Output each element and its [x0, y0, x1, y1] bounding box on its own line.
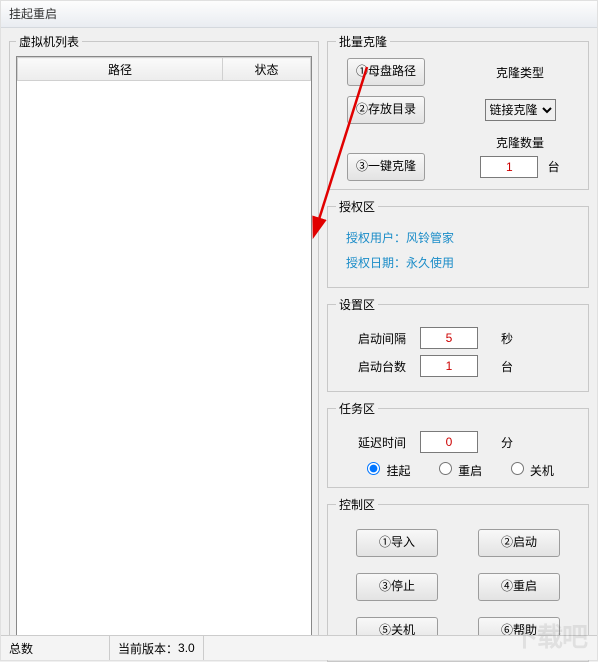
- vm-table-container[interactable]: 路径 状态: [16, 56, 312, 636]
- delay-unit: 分: [492, 434, 522, 451]
- auth-date-value: 永久使用: [406, 256, 454, 270]
- vm-list-title: 虚拟机列表: [16, 33, 82, 50]
- status-bar: 总数 当前版本：3.0: [1, 635, 597, 660]
- settings-title: 设置区: [336, 296, 378, 313]
- content-area: 虚拟机列表 路径 状态 批: [1, 27, 597, 636]
- auth-user-label: 授权用户：: [346, 231, 406, 245]
- auth-date-line: 授权日期：永久使用: [346, 254, 576, 271]
- left-column: 虚拟机列表 路径 状态: [9, 33, 319, 630]
- start-button[interactable]: ②启动: [478, 529, 560, 557]
- auth-date-label: 授权日期：: [346, 256, 406, 270]
- interval-label: 启动间隔: [336, 330, 406, 347]
- radio-shutdown[interactable]: 关机: [506, 464, 554, 478]
- interval-input[interactable]: [420, 327, 478, 349]
- start-count-unit: 台: [492, 358, 522, 375]
- delay-input[interactable]: [420, 431, 478, 453]
- task-title: 任务区: [336, 400, 378, 417]
- status-total-cell: 总数: [1, 636, 110, 660]
- start-count-input[interactable]: [420, 355, 478, 377]
- control-title: 控制区: [336, 496, 378, 513]
- start-count-label: 启动台数: [336, 358, 406, 375]
- status-version-cell: 当前版本：3.0: [110, 636, 204, 660]
- clone-type-label: 克隆类型: [496, 64, 544, 81]
- col-status[interactable]: 状态: [223, 58, 311, 81]
- store-dir-button[interactable]: ②存放目录: [347, 96, 425, 124]
- clone-title: 批量克隆: [336, 33, 390, 50]
- settings-group: 设置区 启动间隔 秒 启动台数 台: [327, 296, 589, 392]
- status-version-label: 当前版本：: [118, 640, 178, 657]
- interval-unit: 秒: [492, 330, 522, 347]
- auth-user-value: 风铃管家: [406, 231, 454, 245]
- title-bar: 挂起重启: [1, 1, 597, 28]
- auth-group: 授权区 授权用户：风铃管家 授权日期：永久使用: [327, 198, 589, 288]
- task-group: 任务区 延迟时间 分 挂起 重启 关机: [327, 400, 589, 488]
- mother-disk-button[interactable]: ①母盘路径: [347, 58, 425, 86]
- auth-user-line: 授权用户：风铃管家: [346, 229, 576, 246]
- window-title: 挂起重启: [9, 7, 57, 21]
- status-version-value: 3.0: [178, 641, 195, 655]
- auth-title: 授权区: [336, 198, 378, 215]
- stop-button[interactable]: ③停止: [356, 573, 438, 601]
- right-column: 批量克隆 ①母盘路径 克隆类型 ②存放目录 链接克隆: [327, 33, 589, 630]
- clone-type-select[interactable]: 链接克隆: [485, 99, 556, 121]
- restart-button[interactable]: ④重启: [478, 573, 560, 601]
- import-button[interactable]: ①导入: [356, 529, 438, 557]
- vm-table: 路径 状态: [17, 57, 311, 81]
- one-click-clone-button[interactable]: ③一键克隆: [347, 153, 425, 181]
- task-radio-row: 挂起 重启 关机: [336, 459, 580, 479]
- status-total-label: 总数: [9, 640, 33, 657]
- col-path[interactable]: 路径: [18, 58, 223, 81]
- clone-group: 批量克隆 ①母盘路径 克隆类型 ②存放目录 链接克隆: [327, 33, 589, 190]
- clone-count-label: 克隆数量: [496, 134, 544, 151]
- app-window: 挂起重启 虚拟机列表 路径 状态: [0, 0, 598, 661]
- radio-restart[interactable]: 重启: [434, 464, 482, 478]
- clone-count-input[interactable]: [480, 156, 538, 178]
- clone-count-unit: 台: [548, 158, 560, 175]
- radio-suspend[interactable]: 挂起: [362, 464, 410, 478]
- vm-list-group: 虚拟机列表 路径 状态: [9, 33, 319, 637]
- delay-label: 延迟时间: [336, 434, 406, 451]
